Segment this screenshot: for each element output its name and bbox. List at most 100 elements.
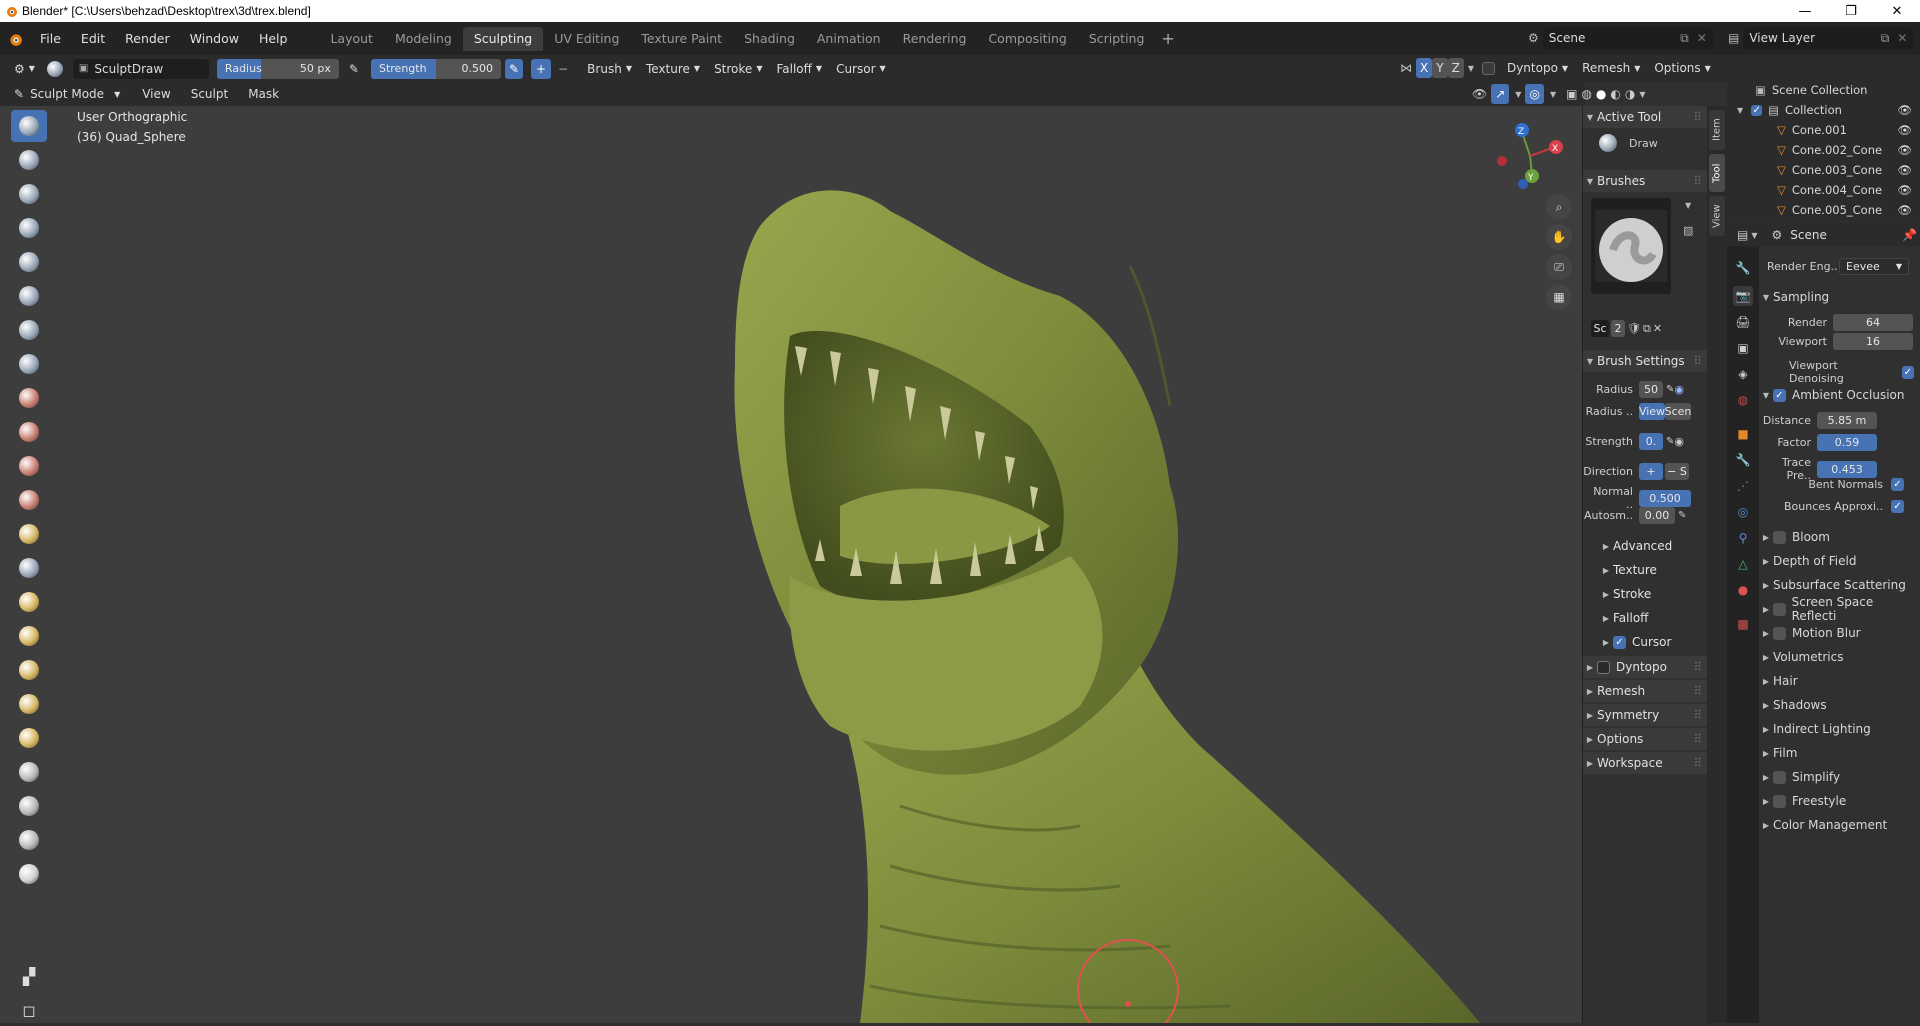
outliner-item[interactable]: ▽ Cone.004_Cone 👁: [1727, 180, 1920, 200]
menu-edit[interactable]: Edit: [71, 31, 115, 46]
tool-nudge-icon[interactable]: [11, 654, 47, 686]
xray-icon[interactable]: ▣: [1566, 87, 1577, 101]
tool-properties-icon[interactable]: 🔧: [1733, 258, 1753, 278]
outliner-item[interactable]: ▽ Cone.001 👁: [1727, 120, 1920, 140]
tool-flatten-icon[interactable]: [11, 416, 47, 448]
constraint-properties-icon[interactable]: ⚲: [1733, 528, 1753, 548]
texture-menu[interactable]: Texture ▼: [640, 59, 706, 79]
falloff-subpanel[interactable]: ▶ Falloff: [1599, 607, 1708, 629]
brush-menu[interactable]: Brush ▼: [581, 59, 638, 79]
direction-add-toggle[interactable]: +: [1639, 463, 1663, 480]
copy-layer-icon[interactable]: ⧉: [1881, 31, 1890, 46]
ssr-section[interactable]: ▶ Screen Space Reflecti: [1759, 595, 1920, 623]
hair-section[interactable]: ▶ Hair: [1759, 670, 1920, 692]
texture-subpanel[interactable]: ▶ Texture: [1599, 559, 1708, 581]
tool-draw-sharp-icon[interactable]: [11, 144, 47, 176]
tab-compositing[interactable]: Compositing: [977, 27, 1077, 51]
world-properties-icon[interactable]: ◍: [1733, 390, 1753, 410]
tab-rendering[interactable]: Rendering: [892, 27, 978, 51]
volumetrics-section[interactable]: ▶ Volumetrics: [1759, 646, 1920, 668]
object-visibility-icon[interactable]: 👁: [1897, 163, 1912, 177]
material-properties-icon[interactable]: ●: [1733, 580, 1753, 600]
brush-preview-icon[interactable]: [43, 59, 67, 79]
motion-blur-section[interactable]: ▶ Motion Blur: [1759, 622, 1920, 644]
tool-inflate-icon[interactable]: [11, 280, 47, 312]
tool-clay-icon[interactable]: [11, 178, 47, 210]
expand-collection-icon[interactable]: ▼: [1737, 106, 1743, 115]
tab-modeling[interactable]: Modeling: [384, 27, 463, 51]
options-menu[interactable]: Options ▼: [1648, 58, 1716, 78]
active-tool-section[interactable]: ▼ Active Tool ⠿: [1583, 106, 1708, 128]
outliner-item[interactable]: ▽ Cone.005_Cone 👁: [1727, 200, 1920, 220]
physics-properties-icon[interactable]: ◎: [1733, 502, 1753, 522]
remove-layer-icon[interactable]: ✕: [1897, 31, 1907, 45]
brush-thumbnail[interactable]: [1591, 198, 1671, 294]
film-section[interactable]: ▶ Film: [1759, 742, 1920, 764]
direction-add-button[interactable]: +: [531, 58, 552, 79]
minimize-icon[interactable]: —: [1782, 0, 1828, 22]
tool-grab-icon[interactable]: [11, 552, 47, 584]
tool-draw-icon[interactable]: [11, 110, 47, 142]
radius-slider[interactable]: Radius 50 px: [216, 58, 339, 79]
navigation-gizmo[interactable]: Z X Y: [1490, 116, 1570, 196]
mask-menu[interactable]: Mask: [242, 84, 285, 104]
tab-sculpting[interactable]: Sculpting: [462, 26, 544, 51]
tool-smooth-icon[interactable]: [11, 382, 47, 414]
freestyle-section[interactable]: ▶ Freestyle: [1759, 790, 1920, 812]
dyntopo-menu[interactable]: Dyntopo ▼: [1501, 58, 1574, 78]
collection-visibility-icon[interactable]: 👁: [1897, 103, 1912, 117]
viewport-samples-field[interactable]: 16: [1833, 333, 1913, 350]
zoom-icon[interactable]: ⌕: [1546, 194, 1572, 220]
autosmooth-pressure-icon[interactable]: ✎: [1678, 510, 1686, 521]
remesh-section[interactable]: ▶ Remesh ⠿: [1583, 680, 1708, 702]
pan-hand-icon[interactable]: ✋: [1546, 224, 1572, 250]
indirect-lighting-section[interactable]: ▶ Indirect Lighting: [1759, 718, 1920, 740]
solid-shading-icon[interactable]: ●: [1596, 87, 1606, 101]
unlink-brush-icon[interactable]: ✕: [1653, 322, 1662, 335]
modifier-properties-icon[interactable]: 🔧: [1733, 450, 1753, 470]
mode-selector[interactable]: ✎ Sculpt Mode ▼: [8, 84, 126, 104]
outliner-item[interactable]: ▽ Cone.003_Cone 👁: [1727, 160, 1920, 180]
tool-annotate-icon[interactable]: ▞: [11, 960, 47, 992]
duplicate-brush-icon[interactable]: ⧉: [1643, 322, 1651, 336]
color-management-section[interactable]: ▶ Color Management: [1759, 814, 1920, 836]
tab-layout[interactable]: Layout: [319, 27, 384, 51]
tool-snake-hook-icon[interactable]: [11, 586, 47, 618]
material-shading-icon[interactable]: ◐: [1610, 87, 1620, 101]
cursor-subpanel[interactable]: ▶ ✓ Cursor: [1599, 631, 1708, 653]
scene-selector[interactable]: Scene ⧉ ✕: [1542, 27, 1713, 49]
strength-pressure-icon[interactable]: ✎: [1666, 436, 1674, 447]
tool-mask-icon[interactable]: [11, 756, 47, 788]
grid-icon[interactable]: ▦: [1546, 284, 1572, 310]
options-section[interactable]: ▶ Options ⠿: [1583, 728, 1708, 750]
tab-texture-paint[interactable]: Texture Paint: [630, 27, 733, 51]
depth-of-field-section[interactable]: ▶ Depth of Field: [1759, 550, 1920, 572]
object-visibility-icon[interactable]: 👁: [1897, 183, 1912, 197]
normal-weight-field[interactable]: 0.500: [1639, 489, 1691, 507]
object-visibility-icon[interactable]: 👁: [1897, 143, 1912, 157]
tab-item[interactable]: Item: [1709, 110, 1725, 150]
3d-viewport[interactable]: User Orthographic (36) Quad_Sphere Z X Y…: [0, 106, 1585, 1023]
tool-lasso-mask-icon[interactable]: [11, 824, 47, 856]
stroke-menu[interactable]: Stroke ▼: [708, 59, 768, 79]
view-menu[interactable]: View: [136, 84, 176, 104]
symmetry-dropdown-icon[interactable]: ▼: [1468, 64, 1474, 73]
shadows-section[interactable]: ▶ Shadows: [1759, 694, 1920, 716]
properties-editor-dropdown-icon[interactable]: ▼: [1751, 231, 1757, 240]
render-engine-dropdown[interactable]: Eevee ▼: [1839, 258, 1909, 275]
tab-tool[interactable]: Tool: [1709, 154, 1725, 192]
ambient-occlusion-checkbox[interactable]: ✓: [1773, 388, 1786, 402]
tool-simplify-icon[interactable]: [11, 722, 47, 754]
render-properties-icon[interactable]: 📷: [1733, 286, 1753, 306]
tool-blob-icon[interactable]: [11, 314, 47, 346]
radius-pressure-icon[interactable]: ✎: [343, 59, 365, 79]
tool-clay-strips-icon[interactable]: [11, 212, 47, 244]
bloom-checkbox[interactable]: [1773, 530, 1786, 544]
output-properties-icon[interactable]: 🖨: [1733, 312, 1753, 332]
radius-scene-icon[interactable]: ◉: [1674, 383, 1684, 396]
cursor-checkbox[interactable]: ✓: [1613, 635, 1626, 649]
simplify-section[interactable]: ▶ Simplify: [1759, 766, 1920, 788]
wireframe-shading-icon[interactable]: ◍: [1581, 87, 1591, 101]
tool-crease-icon[interactable]: [11, 348, 47, 380]
tool-rotate-icon[interactable]: [11, 688, 47, 720]
